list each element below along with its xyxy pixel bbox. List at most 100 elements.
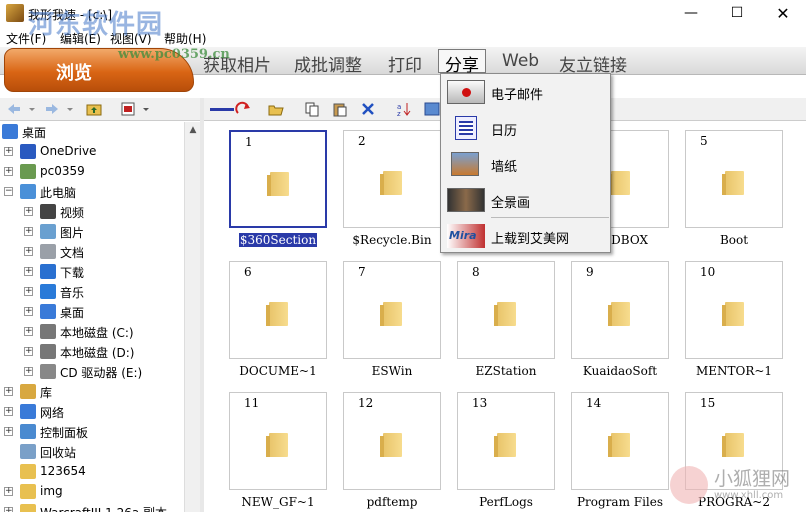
navigation-toolbar xyxy=(0,98,200,121)
tree-item[interactable]: + 本地磁盘 (D:) xyxy=(0,342,184,362)
folder-thumbnail[interactable]: 11 xyxy=(229,392,327,490)
tab-print[interactable]: 打印 xyxy=(388,51,422,76)
tree-item[interactable]: 回收站 xyxy=(0,442,184,462)
tree-item-label: 音乐 xyxy=(60,286,85,300)
sort-icon[interactable]: az xyxy=(396,101,412,117)
folder-icon xyxy=(494,302,516,326)
share-upload-imira-item[interactable]: Mira 上载到艾美网 xyxy=(441,219,610,253)
menu-help[interactable]: 帮助(H) xyxy=(164,30,206,47)
download-icon xyxy=(40,264,56,279)
tree-expand-toggle[interactable]: + xyxy=(24,367,33,376)
folder-thumbnail[interactable]: 1 xyxy=(229,130,327,228)
tree-item[interactable]: 桌面 xyxy=(0,122,184,142)
tree-item[interactable]: + 图片 xyxy=(0,222,184,242)
tree-expand-toggle[interactable]: + xyxy=(4,507,13,512)
tree-item[interactable]: + WarcraftIII 1.26a 副本 xyxy=(0,502,184,512)
share-wallpaper-item[interactable]: 墙纸 xyxy=(441,147,610,181)
folder-thumbnail[interactable]: 5 xyxy=(685,130,783,228)
tree-item[interactable]: + pc0359 xyxy=(0,162,184,182)
folder-thumbnail[interactable]: 14 xyxy=(571,392,669,490)
title-bar: 我形我速 - [c:\] — ☐ ✕ xyxy=(0,0,806,27)
tree-item[interactable]: + 桌面 xyxy=(0,302,184,322)
tree-item[interactable]: + 下载 xyxy=(0,262,184,282)
tab-batch-adjust[interactable]: 成批调整 xyxy=(294,51,362,76)
folder-thumbnail[interactable]: 12 xyxy=(343,392,441,490)
back-arrow-icon[interactable] xyxy=(6,101,22,117)
tree-item[interactable]: + img xyxy=(0,482,184,502)
tree-item[interactable]: + CD 驱动器 (E:) xyxy=(0,362,184,382)
menu-view[interactable]: 视图(V) xyxy=(110,30,152,47)
tree-expand-toggle[interactable]: + xyxy=(4,387,13,396)
folder-icon xyxy=(20,484,36,499)
thumbnail-view-icon[interactable] xyxy=(424,101,440,117)
tree-expand-toggle[interactable]: + xyxy=(4,427,13,436)
up-folder-icon[interactable] xyxy=(86,101,102,117)
tree-item[interactable]: + 文档 xyxy=(0,242,184,262)
tree-expand-toggle[interactable]: + xyxy=(24,227,33,236)
share-calendar-item[interactable]: 日历 xyxy=(441,111,610,145)
tab-get-photos[interactable]: 获取相片 xyxy=(203,51,271,76)
forward-dropdown-icon[interactable] xyxy=(66,101,74,117)
rotate-icon[interactable] xyxy=(208,101,252,117)
share-upload-imira-label: 上载到艾美网 xyxy=(491,232,570,247)
folder-thumbnail[interactable]: 7 xyxy=(343,261,441,359)
view-mode-dropdown-icon[interactable] xyxy=(142,101,150,117)
tree-item[interactable]: + OneDrive xyxy=(0,142,184,162)
forward-arrow-icon[interactable] xyxy=(44,101,60,117)
tree-expand-toggle[interactable]: + xyxy=(24,347,33,356)
thumbnail-index: 1 xyxy=(245,135,253,149)
tree-item[interactable]: + 音乐 xyxy=(0,282,184,302)
folder-thumbnail[interactable]: 9 xyxy=(571,261,669,359)
view-mode-icon[interactable] xyxy=(120,101,136,117)
tree-item[interactable]: 123654 xyxy=(0,462,184,482)
folder-thumbnail[interactable]: 2 xyxy=(343,130,441,228)
tree-item[interactable]: + 控制面板 xyxy=(0,422,184,442)
copy-icon[interactable] xyxy=(304,101,320,117)
tree-expand-toggle[interactable]: + xyxy=(4,167,13,176)
menu-edit[interactable]: 编辑(E) xyxy=(60,30,101,47)
cd-drive-icon xyxy=(40,364,56,379)
tree-item[interactable]: + 库 xyxy=(0,382,184,402)
tree-expand-toggle[interactable]: + xyxy=(24,247,33,256)
close-button[interactable]: ✕ xyxy=(760,0,806,27)
folder-thumbnail[interactable]: 10 xyxy=(685,261,783,359)
menu-separator xyxy=(491,217,609,218)
back-dropdown-icon[interactable] xyxy=(28,101,36,117)
tree-item[interactable]: + 网络 xyxy=(0,402,184,422)
tree-item-label: WarcraftIII 1.26a 副本 xyxy=(40,504,167,512)
tab-web[interactable]: Web xyxy=(502,51,539,71)
tree-expand-toggle[interactable]: + xyxy=(24,307,33,316)
thumbnail-label-text: DOCUME~1 xyxy=(239,364,317,378)
maximize-button[interactable]: ☐ xyxy=(714,0,760,27)
minimize-button[interactable]: — xyxy=(668,0,714,27)
tree-item[interactable]: − 此电脑 xyxy=(0,182,184,202)
tree-item[interactable]: + 视频 xyxy=(0,202,184,222)
tab-browse[interactable] xyxy=(4,48,194,92)
tree-expand-toggle[interactable]: − xyxy=(4,187,13,196)
thumbnail-label: NEW_GF~1 xyxy=(218,495,338,509)
menu-file[interactable]: 文件(F) xyxy=(6,30,46,47)
folder-thumbnail[interactable]: 13 xyxy=(457,392,555,490)
tree-item[interactable]: + 本地磁盘 (C:) xyxy=(0,322,184,342)
tree-item-label: 图片 xyxy=(60,226,85,240)
tree-scrollbar[interactable]: ▲ xyxy=(184,122,200,512)
scroll-up-arrow-icon[interactable]: ▲ xyxy=(185,122,201,138)
tree-expand-toggle[interactable]: + xyxy=(4,147,13,156)
open-folder-icon[interactable] xyxy=(268,101,284,117)
tree-expand-toggle[interactable]: + xyxy=(4,487,13,496)
tree-expand-toggle[interactable]: + xyxy=(24,287,33,296)
tree-expand-toggle[interactable]: + xyxy=(24,327,33,336)
paste-icon[interactable] xyxy=(332,101,348,117)
tree-expand-toggle[interactable]: + xyxy=(24,267,33,276)
share-panorama-item[interactable]: 全景画 xyxy=(441,183,610,217)
folder-thumbnail[interactable]: 6 xyxy=(229,261,327,359)
folder-thumbnail[interactable]: 8 xyxy=(457,261,555,359)
share-email-item[interactable]: 电子邮件 xyxy=(441,75,610,109)
tree-item-label: 视频 xyxy=(60,206,85,220)
folder-thumbnail[interactable]: 15 xyxy=(685,392,783,490)
thumbnail-label-text: EZStation xyxy=(475,364,537,378)
thumbnail-index: 9 xyxy=(586,265,594,279)
tree-expand-toggle[interactable]: + xyxy=(24,207,33,216)
delete-icon[interactable] xyxy=(360,101,376,117)
tree-expand-toggle[interactable]: + xyxy=(4,407,13,416)
